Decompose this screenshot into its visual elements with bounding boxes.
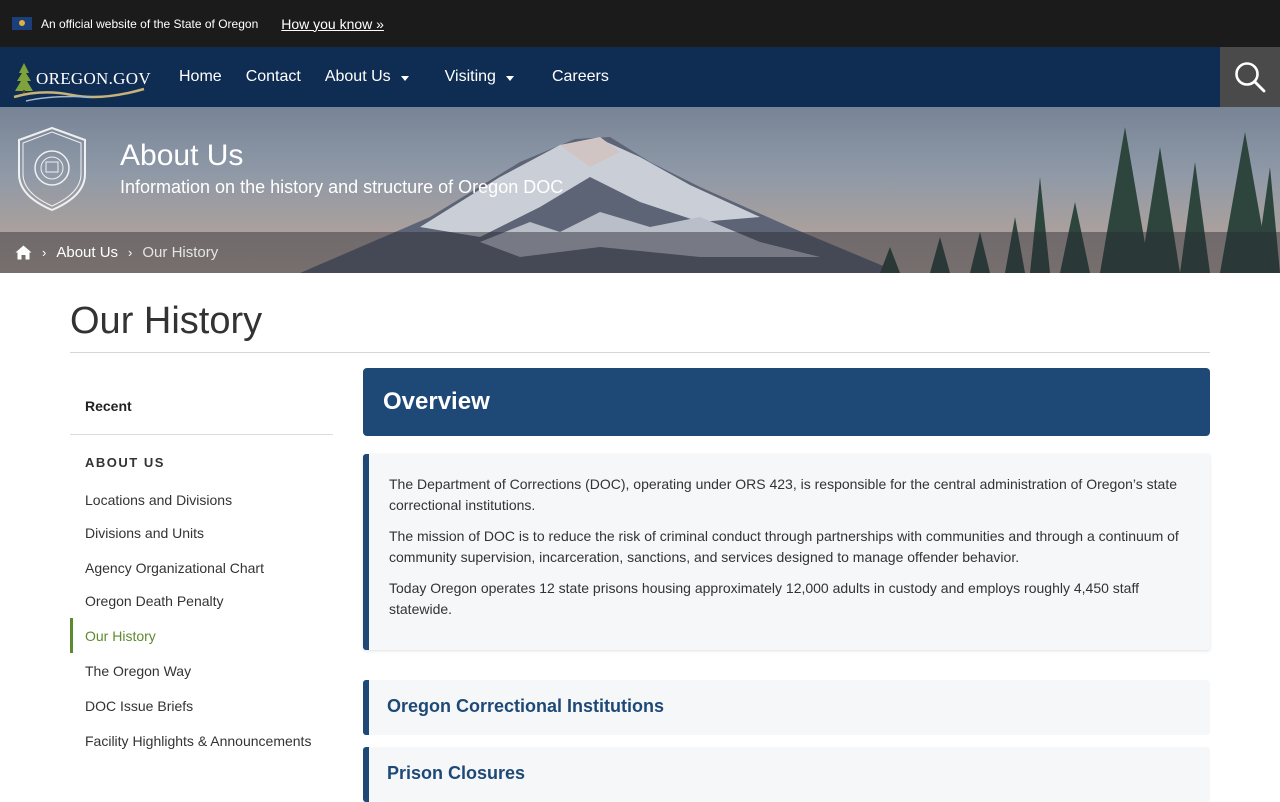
how-you-know-link[interactable]: How you know » [281,16,384,32]
sidebar-item-agency-org-chart[interactable]: Agency Organizational Chart [70,550,333,585]
chevron-down-icon [505,75,514,81]
sidebar-item-our-history[interactable]: Our History [70,618,333,653]
sidebar-item-the-oregon-way[interactable]: The Oregon Way [70,653,333,688]
nav-visiting-label: Visiting [444,68,496,85]
accordion-oregon-correctional-institutions[interactable]: Oregon Correctional Institutions [363,680,1210,735]
nav-careers[interactable]: Careers [526,47,621,107]
overview-paragraph: The Department of Corrections (DOC), ope… [389,476,1178,513]
nav-links: Home Contact About Us Visiting Careers [167,47,621,107]
logo-text: Oregon.gov [36,69,151,88]
sidebar-item-oregon-death-penalty[interactable]: Oregon Death Penalty [70,585,333,618]
overview-heading: Overview [363,368,1210,436]
hero-subtitle: Information on the history and structure… [120,177,564,197]
nav-about-us[interactable]: About Us [313,47,421,107]
sidebar: Recent ABOUT US Locations and Divisions … [70,380,333,758]
sidebar-item-facility-highlights[interactable]: Facility Highlights & Announcements [70,723,333,758]
accordion-title: Prison Closures [387,763,526,783]
search-icon [1235,62,1266,93]
oregon-flag-icon [12,17,32,30]
breadcrumb-about-us[interactable]: About Us [56,244,118,261]
chevron-right-icon: › [128,245,133,260]
official-banner: An official website of the State of Oreg… [0,0,1280,47]
sidebar-item-locations-and-divisions[interactable]: Locations and Divisions [70,482,333,517]
home-icon[interactable] [15,245,32,260]
nav-contact-label: Contact [245,68,301,85]
accordion-title: Oregon Correctional Institutions [387,696,665,716]
page-title: Our History [70,300,263,342]
hero-banner: About Us Information on the history and … [0,107,1280,273]
nav-home[interactable]: Home [167,47,234,107]
oregon-gov-logo[interactable]: Oregon.gov [12,57,152,102]
official-text: An official website of the State of Oreg… [41,16,259,31]
sidebar-recent[interactable]: Recent [70,380,333,435]
nav-careers-label: Careers [551,68,609,85]
search-button[interactable] [1220,47,1280,107]
chevron-right-icon: › [42,245,47,260]
title-divider [70,352,1210,353]
nav-home-label: Home [179,68,222,85]
overview-paragraph: The mission of DOC is to reduce the risk… [389,528,1179,565]
accordion-prison-closures[interactable]: Prison Closures [363,747,1210,802]
main-content: Overview The Department of Corrections (… [363,368,1210,802]
nav-about-us-label: About Us [324,68,391,85]
breadcrumb: › About Us › Our History [0,232,1280,273]
sidebar-item-doc-issue-briefs[interactable]: DOC Issue Briefs [70,688,333,723]
nav-visiting[interactable]: Visiting [421,47,526,107]
breadcrumb-current: Our History [142,244,219,261]
hero-title: About Us [120,139,244,172]
overview-panel: The Department of Corrections (DOC), ope… [363,454,1210,650]
sidebar-heading: ABOUT US [85,455,165,470]
chevron-down-icon [400,75,409,81]
nav-contact[interactable]: Contact [234,47,313,107]
overview-paragraph: Today Oregon operates 12 state prisons h… [389,580,1139,617]
doc-seal-icon [18,126,86,212]
sidebar-item-divisions-and-units[interactable]: Divisions and Units [70,517,333,550]
main-nav: Oregon.gov Home Contact About Us Visitin… [0,47,1280,107]
